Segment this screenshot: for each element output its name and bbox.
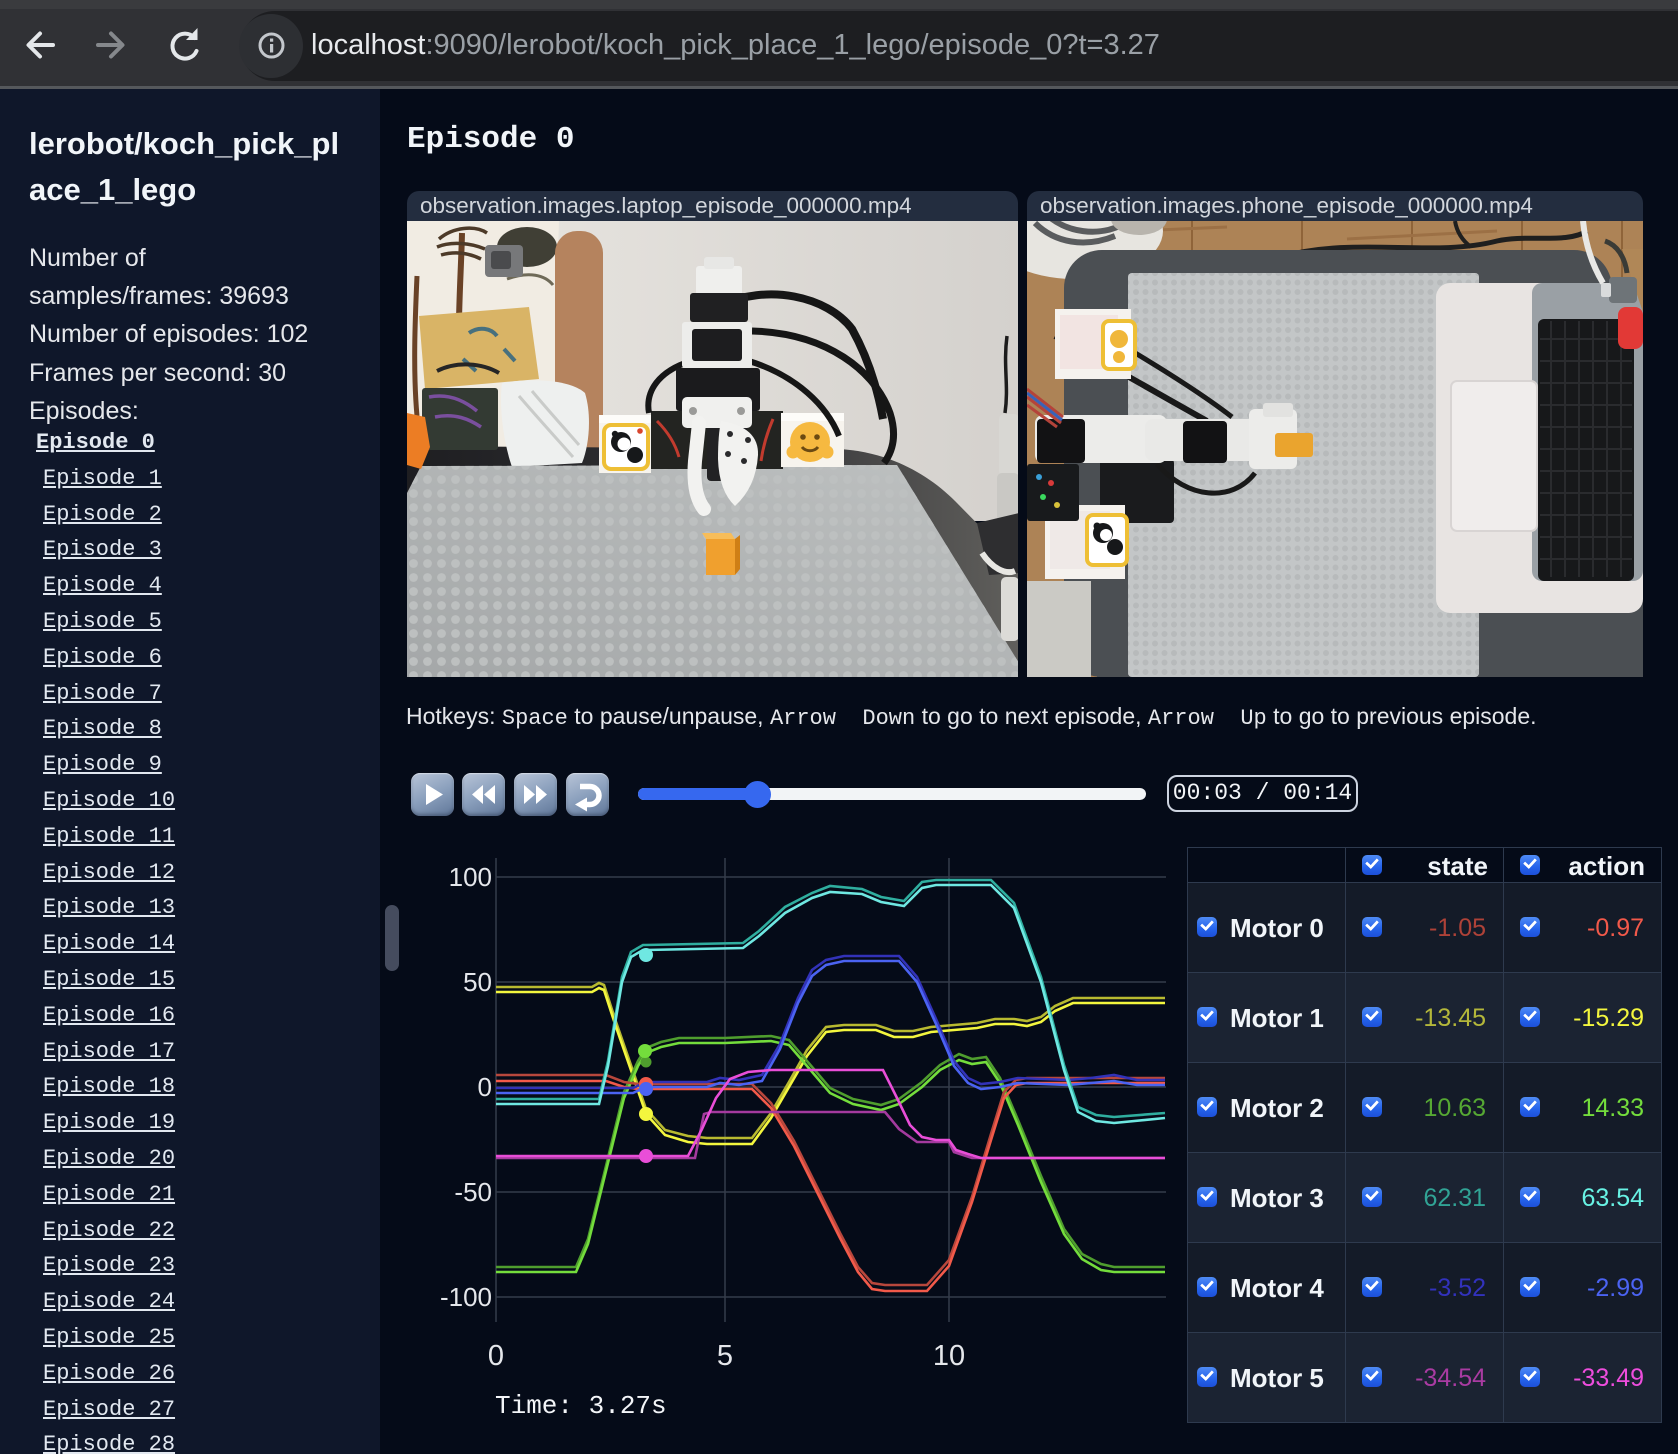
svg-text:50: 50 bbox=[463, 967, 492, 997]
svg-text:-50: -50 bbox=[454, 1177, 492, 1207]
svg-text:0: 0 bbox=[478, 1072, 492, 1102]
svg-text:10: 10 bbox=[933, 1340, 965, 1372]
svg-text:-100: -100 bbox=[440, 1282, 492, 1312]
svg-text:Time: 3.27s: Time: 3.27s bbox=[495, 1391, 667, 1421]
svg-text:0: 0 bbox=[488, 1340, 504, 1372]
svg-text:5: 5 bbox=[717, 1340, 733, 1372]
svg-text:100: 100 bbox=[449, 862, 492, 892]
